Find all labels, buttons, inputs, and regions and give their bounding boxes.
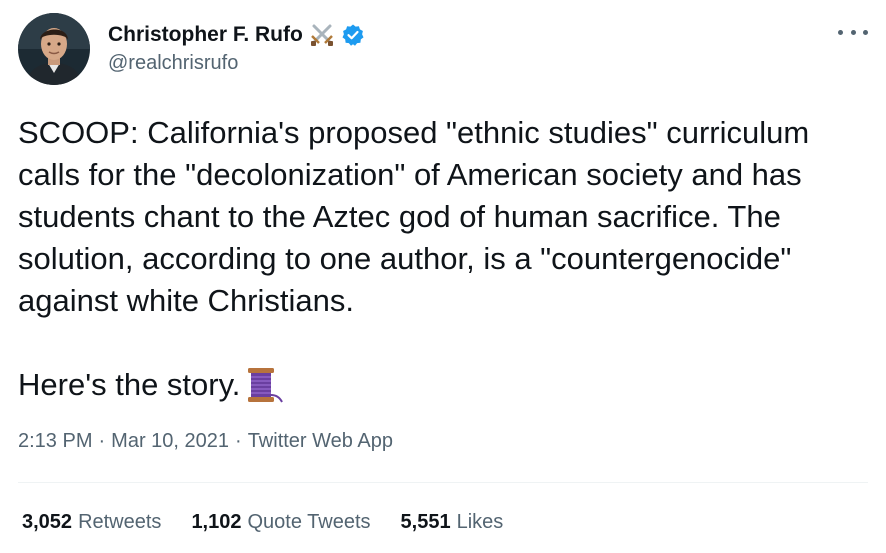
likes-stat[interactable]: 5,551 Likes — [401, 511, 504, 534]
crossed-swords-icon — [309, 22, 335, 48]
more-dot — [850, 29, 856, 35]
likes-count: 5,551 — [400, 511, 451, 533]
more-dot — [838, 29, 843, 35]
quote-tweets-stat[interactable]: 1,102 Quote Tweets — [191, 511, 370, 534]
more-dot — [863, 29, 868, 35]
divider — [18, 482, 868, 483]
retweets-stat[interactable]: 3,052 Retweets — [22, 511, 161, 534]
tweet-time[interactable]: 2:13 PM — [18, 430, 92, 453]
quote-tweets-count: 1,102 — [191, 511, 242, 533]
profile-photo — [18, 13, 90, 85]
author-handle[interactable]: @realchrisrufo — [108, 52, 238, 75]
meta-separator: · — [235, 430, 242, 452]
tweet-source[interactable]: Twitter Web App — [248, 430, 393, 453]
tweet-meta: 2:13 PM · Mar 10, 2021 · Twitter Web App — [18, 430, 393, 453]
meta-separator: · — [98, 430, 106, 452]
tweet-date[interactable]: Mar 10, 2021 — [111, 430, 229, 453]
quote-tweets-label: Quote Tweets — [247, 511, 371, 533]
tweet-text: SCOOP: California's proposed "ethnic stu… — [18, 115, 818, 318]
story-text: Here's the story. — [18, 367, 241, 402]
tweet-story-line: Here's the story. — [18, 364, 284, 406]
avatar[interactable] — [18, 13, 90, 85]
verified-badge-icon — [341, 23, 365, 47]
likes-label: Likes — [456, 511, 504, 533]
author-name-row[interactable]: Christopher F. Rufo — [108, 20, 365, 50]
retweets-count: 3,052 — [22, 511, 73, 533]
engagement-stats: 3,052 Retweets 1,102 Quote Tweets 5,551 … — [22, 511, 533, 534]
retweets-label: Retweets — [78, 511, 162, 533]
author-display-name[interactable]: Christopher F. Rufo — [108, 23, 303, 47]
thread-spool-icon — [242, 364, 284, 406]
more-options-icon[interactable] — [838, 22, 868, 42]
